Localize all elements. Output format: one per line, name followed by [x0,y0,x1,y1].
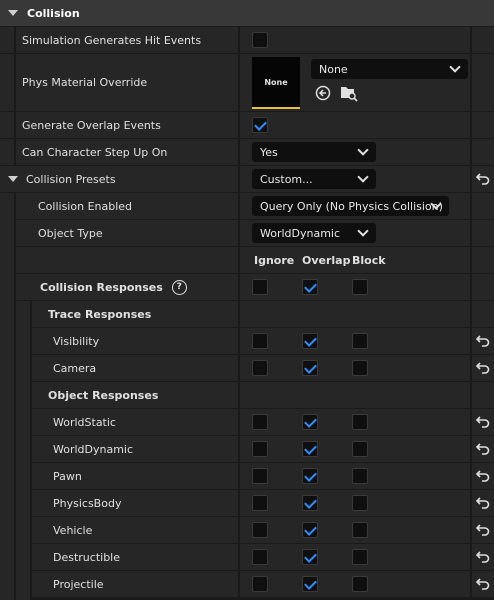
ignore-checkbox[interactable] [252,576,268,592]
overlap-checkbox[interactable] [302,522,318,538]
overlap-checkbox[interactable] [302,495,318,511]
block-checkbox[interactable] [352,522,368,538]
collision-enabled-dropdown[interactable]: Query Only (No Physics Collision) [252,196,449,216]
block-checkbox[interactable] [352,360,368,376]
ignore-checkbox[interactable] [252,360,268,376]
section-title: Collision [27,6,80,20]
overlap-checkbox[interactable] [302,549,318,565]
response-row: Destructible [32,544,238,570]
reset-to-default-icon[interactable] [476,173,490,185]
reset-to-default-icon[interactable] [476,335,490,347]
response-label: Destructible [53,550,120,564]
overlap-checkbox[interactable] [302,414,318,430]
overlap-checkbox[interactable] [302,468,318,484]
trace-responses-title: Trace Responses [48,307,152,321]
chevron-down-icon [449,61,461,73]
response-row: PhysicsBody [32,490,238,516]
thumbnail-label: None [264,77,288,87]
use-selected-icon[interactable] [315,85,331,101]
all-ignore-checkbox[interactable] [252,279,268,295]
dropdown-value: WorldDynamic [260,226,341,240]
ignore-checkbox[interactable] [252,522,268,538]
block-checkbox[interactable] [352,495,368,511]
response-label: PhysicsBody [53,496,122,510]
block-checkbox[interactable] [352,441,368,457]
prop-label: Simulation Generates Hit Events [22,33,202,47]
help-icon[interactable]: ? [171,279,187,295]
all-overlap-checkbox[interactable] [302,279,318,295]
chevron-down-icon [357,225,369,237]
response-label: WorldStatic [53,415,116,429]
ignore-checkbox[interactable] [252,495,268,511]
object-type-dropdown[interactable]: WorldDynamic [252,223,376,243]
block-checkbox[interactable] [352,576,368,592]
column-overlap: Overlap [302,253,351,267]
response-label: Vehicle [53,523,93,537]
prop-sim-hit-label-cell: Simulation Generates Hit Events [16,27,238,53]
response-row: Camera [32,355,238,381]
column-block: Block [352,253,386,267]
reset-to-default-icon[interactable] [476,362,490,374]
reset-to-default-icon[interactable] [476,551,490,563]
material-thumbnail[interactable]: None [252,57,300,109]
response-row: Pawn [32,463,238,489]
dropdown-value: Yes [260,145,278,159]
ignore-checkbox[interactable] [252,441,268,457]
step-up-dropdown[interactable]: Yes [252,142,376,162]
response-row: Projectile [32,571,238,597]
phys-material-dropdown[interactable]: None [311,59,468,79]
collision-responses-title: Collision Responses [40,280,163,294]
prop-label: Collision Presets [26,172,116,186]
dropdown-value: None [319,62,348,76]
prop-label: Object Type [38,226,103,240]
prop-label: Phys Material Override [22,76,148,89]
chevron-down-icon [357,144,369,156]
reset-to-default-icon[interactable] [476,443,490,455]
collapse-arrow-icon[interactable] [8,10,18,16]
reset-to-default-icon[interactable] [476,578,490,590]
response-row: WorldDynamic [32,436,238,462]
block-checkbox[interactable] [352,414,368,430]
reset-to-default-icon[interactable] [476,470,490,482]
reset-to-default-icon[interactable] [476,524,490,536]
ignore-checkbox[interactable] [252,414,268,430]
block-checkbox[interactable] [352,549,368,565]
dropdown-value: Custom... [260,172,313,186]
dropdown-value: Query Only (No Physics Collision) [260,199,443,213]
ignore-checkbox[interactable] [252,549,268,565]
ignore-checkbox[interactable] [252,333,268,349]
browse-folder-icon[interactable] [340,84,358,102]
response-label: Camera [53,361,97,375]
collapse-arrow-icon[interactable] [8,176,18,182]
overlap-checkbox[interactable] [302,333,318,349]
overlap-checkbox[interactable] [302,360,318,376]
ignore-checkbox[interactable] [252,468,268,484]
sim-hit-checkbox[interactable] [252,32,268,48]
response-row: Vehicle [32,517,238,543]
overlap-checkbox[interactable] [302,441,318,457]
response-label: Projectile [53,577,104,591]
column-ignore: Ignore [254,253,295,267]
all-block-checkbox[interactable] [352,279,368,295]
response-label: Visibility [53,334,100,348]
response-column-headers: Ignore Overlap Block [240,247,470,273]
reset-to-default-icon[interactable] [476,497,490,509]
collision-presets-dropdown[interactable]: Custom... [252,169,376,189]
object-responses-title: Object Responses [48,388,159,402]
reset-to-default-icon[interactable] [476,416,490,428]
response-row: WorldStatic [32,409,238,435]
collision-section-header[interactable]: Collision [0,0,494,26]
block-checkbox[interactable] [352,333,368,349]
chevron-down-icon [357,171,369,183]
prop-label: Can Character Step Up On [22,145,168,159]
prop-label: Generate Overlap Events [22,118,161,132]
collision-presets-row[interactable]: Collision Presets [0,166,238,192]
block-checkbox[interactable] [352,468,368,484]
response-row: Visibility [32,328,238,354]
response-label: Pawn [53,469,82,483]
overlap-checkbox[interactable] [302,576,318,592]
generate-overlap-checkbox[interactable] [252,117,268,133]
prop-label: Collision Enabled [38,199,133,213]
response-label: WorldDynamic [53,442,134,456]
